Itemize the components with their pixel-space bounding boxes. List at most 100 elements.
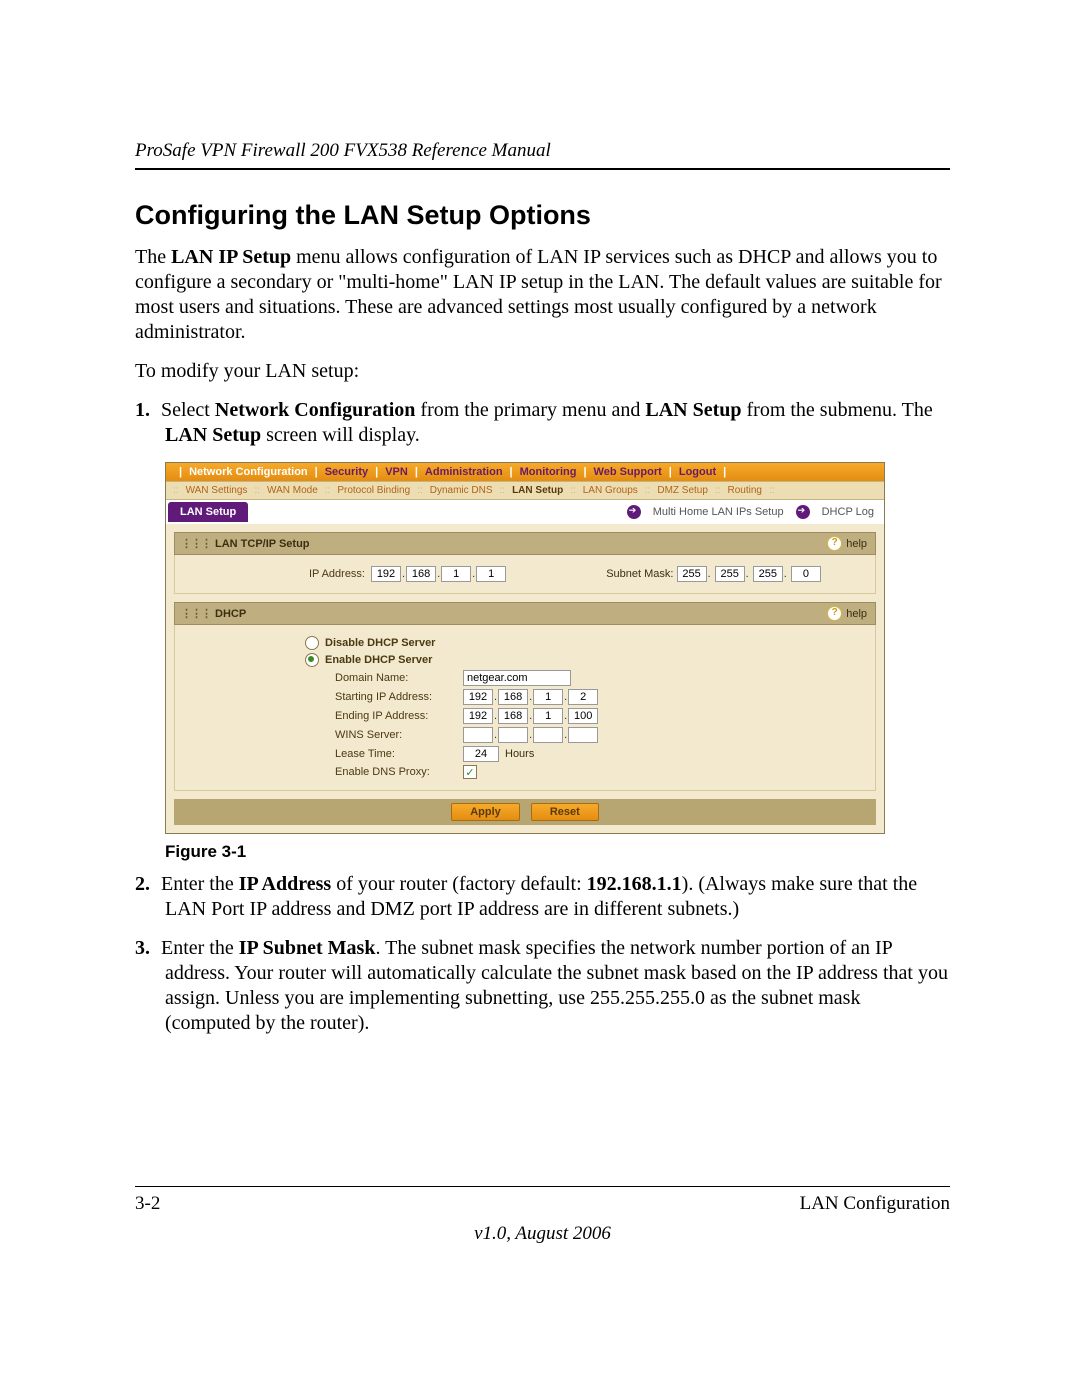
ip-octet-3[interactable] [441, 566, 471, 582]
lease-time-label: Lease Time: [185, 748, 463, 760]
menu-logout[interactable]: Logout [679, 466, 716, 478]
arrow-icon [796, 505, 810, 519]
page-number: 3-2 [135, 1193, 160, 1215]
section-title-text: LAN TCP/IP Setup [215, 538, 310, 550]
step-3: 3.Enter the IP Subnet Mask. The subnet m… [165, 936, 950, 1036]
intro-paragraph-2: To modify your LAN setup: [135, 359, 950, 384]
apply-button[interactable]: Apply [451, 803, 520, 821]
bold-text: 192.168.1.1 [587, 873, 682, 895]
link-dhcp-log[interactable]: DHCP Log [822, 506, 874, 518]
wins-4[interactable] [568, 727, 598, 743]
bold-text: IP Subnet Mask [239, 937, 376, 959]
section-dhcp: Disable DHCP Server Enable DHCP Server D… [174, 625, 876, 791]
wins-1[interactable] [463, 727, 493, 743]
start-ip-4[interactable] [568, 689, 598, 705]
start-ip-3[interactable] [533, 689, 563, 705]
text: Select [161, 399, 215, 421]
bold-text: LAN Setup [645, 399, 741, 421]
domain-name-label: Domain Name: [185, 672, 463, 684]
dns-proxy-label: Enable DNS Proxy: [185, 766, 463, 778]
submenu-dynamic-dns[interactable]: Dynamic DNS [430, 485, 493, 496]
menu-network-configuration[interactable]: Network Configuration [189, 466, 308, 478]
subnet-mask-label: Subnet Mask: [606, 568, 673, 580]
section-bar-tcpip: ⋮⋮⋮ LAN TCP/IP Setup ? help [174, 532, 876, 555]
start-ip-1[interactable] [463, 689, 493, 705]
submenu-routing[interactable]: Routing [727, 485, 761, 496]
wins-server-label: WINS Server: [185, 729, 463, 741]
wins-2[interactable] [498, 727, 528, 743]
step-2: 2.Enter the IP Address of your router (f… [165, 872, 950, 922]
router-admin-panel: | Network Configuration | Security | VPN… [165, 462, 885, 834]
radio-enable-dhcp[interactable] [305, 653, 319, 667]
radio-label: Enable DHCP Server [325, 654, 432, 666]
submenu-dmz-setup[interactable]: DMZ Setup [657, 485, 708, 496]
primary-menu: | Network Configuration | Security | VPN… [166, 463, 884, 481]
submenu-wan-settings[interactable]: WAN Settings [186, 485, 248, 496]
section-title-text: DHCP [215, 608, 246, 620]
radio-disable-dhcp[interactable] [305, 636, 319, 650]
bold-text: IP Address [239, 873, 331, 895]
section-tcpip: IP Address: . . . Subnet Mask: . . . [174, 555, 876, 594]
sub-menu: ::WAN Settings ::WAN Mode ::Protocol Bin… [166, 481, 884, 500]
page-footer: 3-2 LAN Configuration v1.0, August 2006 [135, 1186, 950, 1245]
step-number: 3. [135, 936, 161, 961]
submenu-lan-setup[interactable]: LAN Setup [512, 485, 563, 496]
button-row: Apply Reset [174, 799, 876, 825]
bold-text: LAN Setup [165, 424, 261, 446]
section-title: Configuring the LAN Setup Options [135, 200, 950, 231]
version-text: v1.0, August 2006 [135, 1223, 950, 1245]
help-link[interactable]: help [846, 538, 867, 550]
step-1: 1.Select Network Configuration from the … [165, 398, 950, 448]
text: of your router (factory default: [331, 873, 586, 895]
arrow-icon [627, 505, 641, 519]
help-icon[interactable]: ? [827, 536, 842, 551]
menu-administration[interactable]: Administration [425, 466, 503, 478]
text: from the submenu. The [742, 399, 933, 421]
help-link[interactable]: help [846, 608, 867, 620]
menu-monitoring[interactable]: Monitoring [520, 466, 577, 478]
link-multi-home[interactable]: Multi Home LAN IPs Setup [653, 506, 784, 518]
help-icon[interactable]: ? [827, 606, 842, 621]
bold-text: LAN IP Setup [171, 246, 291, 268]
intro-paragraph-1: The LAN IP Setup menu allows configurati… [135, 245, 950, 345]
wins-3[interactable] [533, 727, 563, 743]
submenu-protocol-binding[interactable]: Protocol Binding [337, 485, 410, 496]
chapter-name: LAN Configuration [800, 1193, 950, 1215]
menu-vpn[interactable]: VPN [385, 466, 408, 478]
mask-octet-4[interactable] [791, 566, 821, 582]
dns-proxy-checkbox[interactable]: ✓ [463, 765, 477, 779]
running-header: ProSafe VPN Firewall 200 FVX538 Referenc… [135, 140, 950, 170]
bold-text: Network Configuration [215, 399, 416, 421]
domain-name-input[interactable] [463, 670, 571, 686]
text: Enter the [161, 873, 239, 895]
starting-ip-label: Starting IP Address: [185, 691, 463, 703]
text: screen will display. [261, 424, 420, 446]
ip-octet-1[interactable] [371, 566, 401, 582]
radio-label: Disable DHCP Server [325, 637, 435, 649]
mask-octet-2[interactable] [715, 566, 745, 582]
lease-time-unit: Hours [505, 748, 534, 760]
tab-lan-setup[interactable]: LAN Setup [168, 502, 248, 522]
step-number: 1. [135, 398, 161, 423]
submenu-wan-mode[interactable]: WAN Mode [267, 485, 318, 496]
tab-row: LAN Setup Multi Home LAN IPs Setup DHCP … [166, 500, 884, 524]
menu-security[interactable]: Security [325, 466, 368, 478]
lease-time-input[interactable] [463, 746, 499, 762]
ip-octet-4[interactable] [476, 566, 506, 582]
submenu-lan-groups[interactable]: LAN Groups [583, 485, 638, 496]
figure-caption: Figure 3-1 [165, 842, 950, 862]
figure-router-screenshot: | Network Configuration | Security | VPN… [165, 462, 950, 862]
menu-web-support[interactable]: Web Support [594, 466, 662, 478]
mask-octet-1[interactable] [677, 566, 707, 582]
ending-ip-label: Ending IP Address: [185, 710, 463, 722]
end-ip-1[interactable] [463, 708, 493, 724]
reset-button[interactable]: Reset [531, 803, 599, 821]
start-ip-2[interactable] [498, 689, 528, 705]
ip-address-label: IP Address: [185, 568, 371, 580]
end-ip-3[interactable] [533, 708, 563, 724]
text: The [135, 246, 171, 268]
end-ip-4[interactable] [568, 708, 598, 724]
mask-octet-3[interactable] [753, 566, 783, 582]
end-ip-2[interactable] [498, 708, 528, 724]
ip-octet-2[interactable] [406, 566, 436, 582]
